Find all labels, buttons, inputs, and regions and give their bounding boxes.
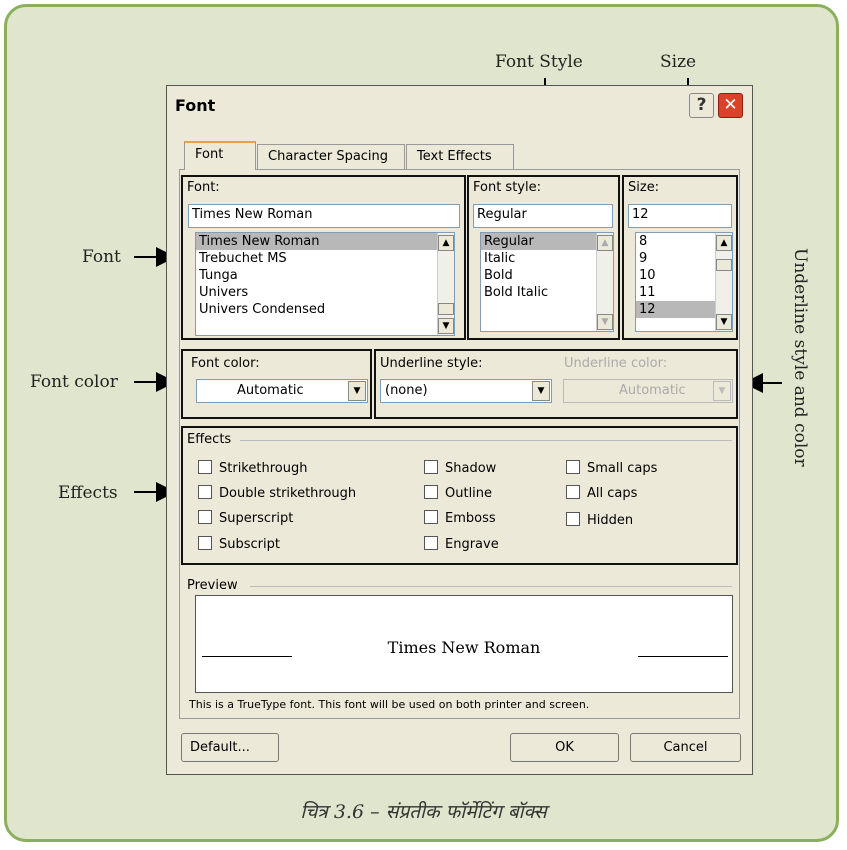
size-list[interactable]: 8 9 10 11 12 ▲ ▼ <box>635 232 733 332</box>
font-style-label: Font style: <box>473 180 541 195</box>
title-bar: Font ? ✕ <box>167 86 752 126</box>
size-label: Size: <box>628 180 660 195</box>
effects-label: Effects <box>187 432 232 447</box>
subscript-checkbox[interactable]: Subscript <box>198 536 280 552</box>
scroll-down-arrow-icon[interactable]: ▼ <box>716 314 732 330</box>
checkbox-label: Small caps <box>587 461 658 476</box>
list-item[interactable]: Times New Roman <box>196 233 454 250</box>
underline-color-value: Automatic <box>619 383 686 398</box>
font-color-label-text: Font color: <box>191 356 260 371</box>
checkbox-box[interactable] <box>198 536 212 550</box>
checkbox-box[interactable] <box>424 485 438 499</box>
checkbox-box[interactable] <box>424 460 438 474</box>
list-item[interactable]: Trebuchet MS <box>196 250 454 267</box>
tab-text-effects[interactable]: Text Effects <box>406 144 514 169</box>
font-style-input[interactable]: Regular <box>473 204 613 228</box>
scroll-up-arrow-icon[interactable]: ▲ <box>438 235 454 251</box>
emboss-checkbox[interactable]: Emboss <box>424 510 496 526</box>
checkbox-label: Superscript <box>219 511 294 526</box>
scroll-down-arrow-icon[interactable]: ▼ <box>438 318 454 334</box>
checkbox-box[interactable] <box>566 485 580 499</box>
hidden-checkbox[interactable]: Hidden <box>566 512 633 528</box>
effects-divider <box>240 440 732 441</box>
figure-caption: चित्र 3.6 – संप्रतीक फॉर्मेटिंग बॉक्स <box>300 801 547 823</box>
double-strikethrough-checkbox[interactable]: Double strikethrough <box>198 485 356 501</box>
list-item[interactable]: Tunga <box>196 267 454 284</box>
all-caps-checkbox[interactable]: All caps <box>566 485 637 501</box>
checkbox-label: Hidden <box>587 513 634 528</box>
chevron-down-icon: ▼ <box>713 381 731 401</box>
list-item[interactable]: Univers <box>196 284 454 301</box>
help-button[interactable]: ? <box>689 93 714 118</box>
checkbox-box[interactable] <box>198 485 212 499</box>
outline-checkbox[interactable]: Outline <box>424 485 492 501</box>
scroll-up-arrow-icon[interactable]: ▲ <box>716 235 732 251</box>
superscript-checkbox[interactable]: Superscript <box>198 510 293 526</box>
checkbox-box[interactable] <box>566 460 580 474</box>
font-color-dropdown[interactable]: Automatic ▼ <box>196 379 368 403</box>
checkbox-label: Emboss <box>445 511 496 526</box>
preview-box: Times New Roman <box>195 595 733 693</box>
underline-style-value: (none) <box>385 383 428 398</box>
default-button[interactable]: Default... <box>181 733 279 762</box>
underline-color-dropdown: Automatic ▼ <box>563 379 733 403</box>
underline-style-label: Underline style: <box>380 356 483 371</box>
font-list[interactable]: Times New Roman Trebuchet MS Tunga Unive… <box>195 232 455 336</box>
tab-character-spacing[interactable]: Character Spacing <box>257 144 405 169</box>
tab-label: Font <box>195 147 224 162</box>
tab-label: Character Spacing <box>268 149 389 164</box>
chevron-down-icon[interactable]: ▼ <box>348 381 366 401</box>
scrollbar[interactable]: ▲ ▼ <box>596 233 613 331</box>
ok-button[interactable]: OK <box>510 733 619 762</box>
engrave-checkbox[interactable]: Engrave <box>424 536 499 552</box>
small-caps-checkbox[interactable]: Small caps <box>566 460 657 476</box>
checkbox-label: Double strikethrough <box>219 486 357 501</box>
truetype-note: This is a TrueType font. This font will … <box>189 698 590 711</box>
strikethrough-checkbox[interactable]: Strikethrough <box>198 460 307 476</box>
scroll-up-arrow-icon[interactable]: ▲ <box>597 235 613 251</box>
checkbox-label: Subscript <box>219 537 280 552</box>
checkbox-label: Strikethrough <box>219 461 308 476</box>
chevron-down-icon[interactable]: ▼ <box>532 381 550 401</box>
scrollbar[interactable]: ▲ ▼ <box>715 233 732 331</box>
tab-font[interactable]: Font <box>184 141 256 170</box>
preview-label: Preview <box>187 578 238 593</box>
underline-style-dropdown[interactable]: (none) ▼ <box>380 379 552 403</box>
list-item[interactable]: Bold <box>481 267 613 284</box>
font-name-input[interactable]: Times New Roman <box>188 204 460 228</box>
checkbox-box[interactable] <box>566 512 580 526</box>
font-color-value: Automatic <box>237 383 304 398</box>
checkbox-box[interactable] <box>424 536 438 550</box>
checkbox-label: All caps <box>587 486 638 501</box>
underline-color-label: Underline color: <box>564 356 668 371</box>
font-style-list[interactable]: Regular Italic Bold Bold Italic ▲ ▼ <box>480 232 614 332</box>
close-button[interactable]: ✕ <box>718 93 743 118</box>
size-input[interactable]: 12 <box>628 204 732 228</box>
scrollbar[interactable]: ▲ ▼ <box>437 233 454 335</box>
cancel-button[interactable]: Cancel <box>630 733 741 762</box>
preview-divider <box>250 586 732 587</box>
checkbox-label: Engrave <box>445 537 499 552</box>
font-color-label: Font color: <box>191 356 260 371</box>
dialog-title: Font <box>175 96 216 115</box>
checkbox-box[interactable] <box>198 510 212 524</box>
scroll-thumb[interactable] <box>716 259 732 271</box>
checkbox-box[interactable] <box>424 510 438 524</box>
scroll-down-arrow-icon[interactable]: ▼ <box>597 314 613 330</box>
shadow-checkbox[interactable]: Shadow <box>424 460 496 476</box>
preview-line-right <box>638 656 728 657</box>
preview-text: Times New Roman <box>387 638 541 657</box>
list-item[interactable]: Italic <box>481 250 613 267</box>
checkbox-label: Outline <box>445 486 493 501</box>
checkbox-box[interactable] <box>198 460 212 474</box>
font-label: Font: <box>187 180 220 195</box>
list-item[interactable]: Regular <box>481 233 613 250</box>
list-item[interactable]: Bold Italic <box>481 284 613 301</box>
scroll-thumb[interactable] <box>438 303 454 315</box>
list-item[interactable]: Univers Condensed <box>196 301 454 318</box>
checkbox-label: Shadow <box>445 461 497 476</box>
tab-label: Text Effects <box>417 149 492 164</box>
